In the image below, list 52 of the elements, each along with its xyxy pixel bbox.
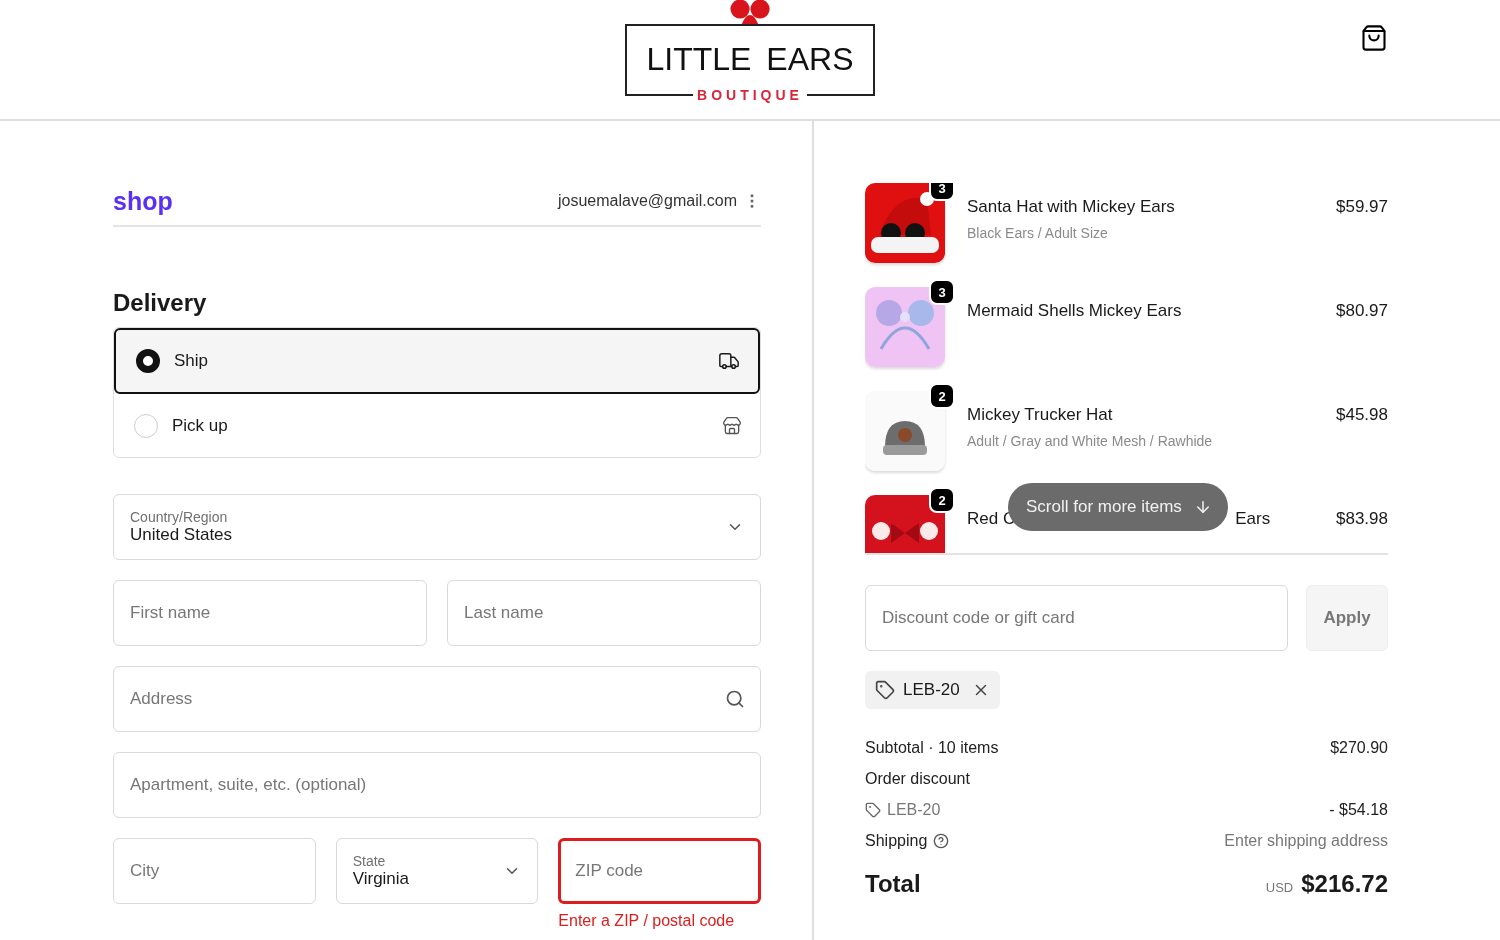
state-select[interactable]: State Virginia: [335, 838, 539, 904]
tag-icon: [865, 802, 881, 818]
summary-value: $270.90: [1330, 739, 1388, 757]
cart-button[interactable]: [1360, 24, 1388, 52]
field-label: Country/Region: [130, 509, 229, 525]
product-price: $45.98: [1336, 404, 1388, 425]
product-variant: Black Ears / Adult Size: [967, 225, 1109, 241]
product-name: Mermaid Shells Mickey Ears: [967, 301, 1183, 321]
store-icon: [722, 415, 742, 436]
error-message: Enter a ZIP / postal code: [558, 912, 736, 930]
tag-icon: [875, 680, 895, 700]
shop-brand: shop: [113, 186, 173, 216]
product-price: $80.97: [1336, 300, 1388, 321]
section-title: Delivery: [113, 289, 208, 317]
bag-icon: [1360, 24, 1388, 52]
logo-title: LITTLE EARS: [646, 42, 854, 79]
quantity-badge: 3: [929, 279, 955, 305]
discount-code: LEB-20: [903, 680, 960, 700]
option-label: Pick up: [172, 415, 229, 436]
apply-button[interactable]: Apply: [1306, 585, 1388, 651]
product-name: Santa Hat with Mickey Ears: [967, 197, 1176, 217]
search-icon: [725, 689, 745, 709]
product-variant: Adult / Gray and White Mesh / Rawhide: [967, 433, 1214, 449]
radio-button[interactable]: [136, 349, 160, 373]
option-label: Ship: [174, 351, 210, 371]
select-value: United States: [130, 525, 234, 545]
input-field[interactable]: ZIP code: [558, 838, 761, 904]
summary-label: Order discount: [865, 770, 970, 788]
quantity-badge: 2: [929, 383, 955, 409]
product-name: Ears: [1235, 509, 1271, 529]
logo-subtitle: BOUTIQUE: [693, 87, 807, 103]
select-value: Virginia: [352, 869, 411, 889]
currency-code: USD: [1265, 880, 1294, 895]
field-label: State: [352, 853, 387, 869]
quantity-badge: 3: [929, 183, 955, 201]
total-label: Total: [865, 870, 921, 898]
summary-value: - $54.18: [1329, 801, 1388, 819]
delivery-option[interactable]: Ship: [114, 328, 760, 394]
country-select[interactable]: Country/Region United States: [113, 494, 761, 560]
account-email: josuemalave@gmail.com: [558, 192, 737, 210]
summary-label: Subtotal · 10 items: [865, 739, 999, 757]
summary-value: Enter shipping address: [1224, 832, 1388, 850]
help-icon[interactable]: [933, 833, 950, 849]
summary-label: Shipping: [865, 832, 928, 850]
product-price: $59.97: [1336, 196, 1388, 217]
truck-icon: [718, 350, 740, 372]
product-price: $83.98: [1336, 508, 1388, 529]
total-amount: $216.72: [1301, 870, 1388, 898]
discount-code: LEB-20: [887, 801, 941, 819]
product-name: Mickey Trucker Hat: [967, 405, 1114, 425]
ears-icon: [730, 0, 770, 26]
quantity-badge: 2: [929, 487, 955, 513]
